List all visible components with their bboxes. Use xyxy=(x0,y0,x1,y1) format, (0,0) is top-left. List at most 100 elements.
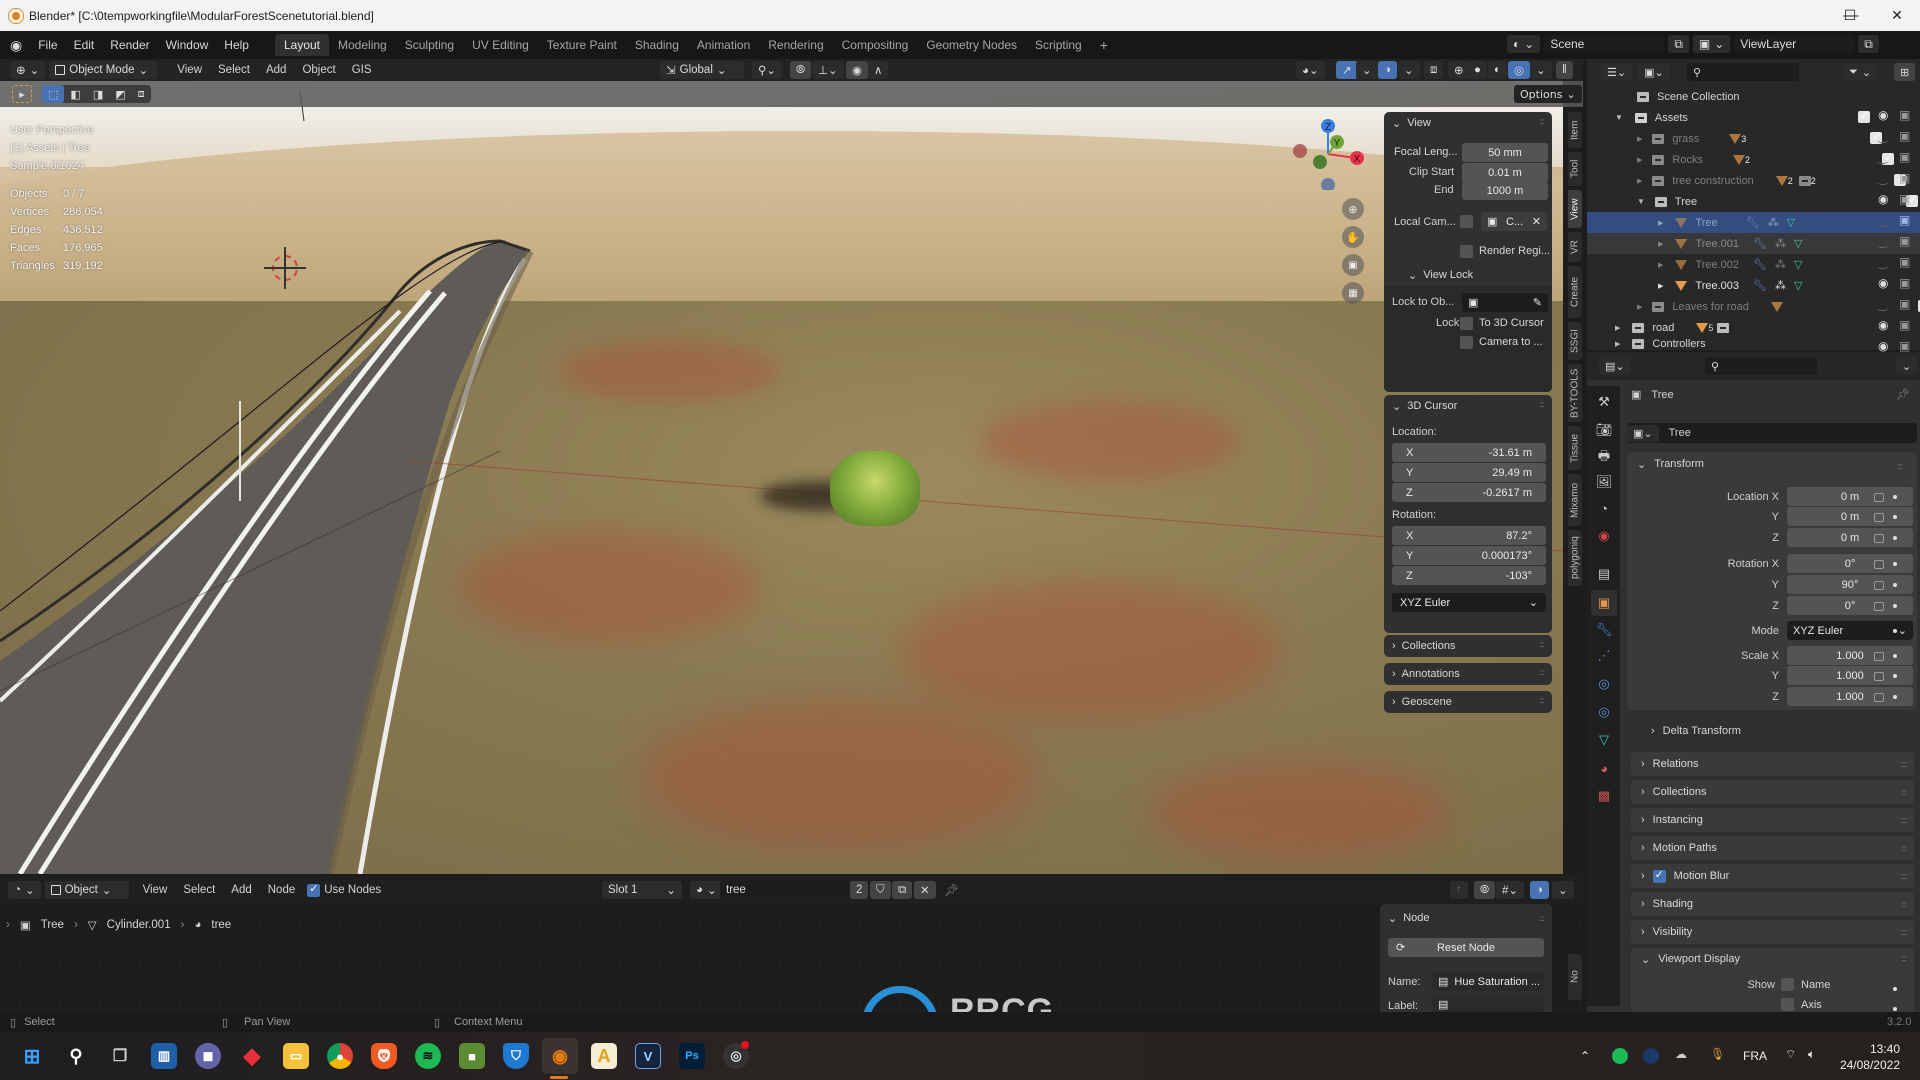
object-type-icon[interactable]: ▣⌄ xyxy=(1627,424,1659,442)
windows-start-icon[interactable]: ⊞ xyxy=(19,1043,45,1069)
workspace-tab-texture-paint[interactable]: Texture Paint xyxy=(538,34,626,56)
workspace-tab-shading[interactable]: Shading xyxy=(626,34,688,56)
world-tab-icon[interactable]: ◉ xyxy=(1596,528,1612,544)
workspace-tab-uv-editing[interactable]: UV Editing xyxy=(463,34,538,56)
eye-icon[interactable]: ◉ xyxy=(1878,318,1888,332)
eye-closed-icon[interactable]: ‿ xyxy=(1878,129,1888,143)
collection-tab-icon[interactable]: ▤ xyxy=(1596,566,1612,582)
show-name-checkbox[interactable] xyxy=(1781,978,1794,991)
minecraft-icon[interactable]: ■ xyxy=(459,1043,485,1069)
expand-arrow-icon[interactable]: ▼ xyxy=(1615,113,1623,122)
scene-name-field[interactable]: Scene xyxy=(1544,35,1665,53)
local-camera-field[interactable]: ▣ C... ✕ xyxy=(1481,212,1547,231)
search-icon[interactable]: ⚲ xyxy=(63,1043,89,1069)
tool-tab-icon[interactable]: ⚒ xyxy=(1596,394,1612,410)
parent-node-tree-icon[interactable]: ↑ xyxy=(1450,881,1468,899)
reset-node-button[interactable]: ⟳ Reset Node xyxy=(1388,938,1544,957)
select-mode-subtract-icon[interactable]: ◨ xyxy=(87,85,109,103)
eye-closed-icon[interactable]: ‿ xyxy=(1878,213,1888,227)
material-users-count[interactable]: 2 xyxy=(850,881,869,899)
outliner-row-tree-object[interactable]: ▶ Tree 🔧︎ ⁂ ▽ xyxy=(1587,212,1920,233)
lock-icon[interactable] xyxy=(1874,560,1884,569)
snap-mode-icon[interactable]: #⌄ xyxy=(1496,881,1525,899)
material-name-field[interactable]: tree xyxy=(720,881,850,899)
constraints-tab-icon[interactable]: ◎ xyxy=(1596,704,1612,720)
filter-button[interactable]: ⏷ ⌄ xyxy=(1843,63,1878,81)
eye-icon[interactable]: ◉ xyxy=(1878,339,1888,353)
expand-arrow-icon[interactable]: ▼ xyxy=(1637,197,1645,206)
npanel-tab-item[interactable]: Item xyxy=(1568,112,1582,148)
node-label-field[interactable]: ▤ xyxy=(1432,997,1544,1012)
object-tab-icon[interactable]: ▣ xyxy=(1591,590,1617,616)
3d-cursor-panel-header[interactable]: ⌄ 3D Cursor:::: xyxy=(1384,395,1552,417)
workspace-tab-layout[interactable]: Layout xyxy=(274,34,330,56)
keyframe-dot-icon[interactable] xyxy=(1893,1007,1897,1011)
expand-arrow-icon[interactable]: ▶ xyxy=(1637,303,1642,311)
outliner-row-assets[interactable]: ▼ Assets xyxy=(1587,107,1920,128)
keyframe-dot-icon[interactable] xyxy=(1893,674,1897,678)
visibility-button[interactable]: ◕⌄ xyxy=(1296,61,1325,79)
spotify-tray-icon[interactable] xyxy=(1612,1048,1628,1064)
outliner-row-tree-002[interactable]: ▶ Tree.002 🔧︎ ⁂ ▽ xyxy=(1587,254,1920,275)
gizmo-toggle[interactable]: ↗ xyxy=(1336,61,1358,79)
solid-shading-button[interactable]: ● xyxy=(1468,61,1487,79)
pan-view-hand-icon[interactable]: ✋ xyxy=(1342,226,1364,248)
select-mode-new-icon[interactable]: ⬚ xyxy=(42,85,65,103)
eye-closed-icon[interactable]: ‿ xyxy=(1878,297,1888,311)
brave-browser-icon[interactable]: 🦁︎ xyxy=(371,1043,397,1069)
outliner-search-input[interactable]: ⚲ xyxy=(1687,63,1799,81)
perspective-toggle-grid-icon[interactable]: ▦ xyxy=(1342,282,1364,304)
npanel-tab-vr[interactable]: VR xyxy=(1568,232,1582,262)
pivot-point-button[interactable]: ⚲⌄ xyxy=(752,61,783,79)
particles-tab-icon[interactable]: ⋰ xyxy=(1596,648,1612,664)
expand-arrow-icon[interactable]: ▶ xyxy=(1658,261,1663,269)
scene-tab-icon[interactable]: ◔ xyxy=(1596,500,1612,516)
lock-icon[interactable] xyxy=(1874,693,1884,702)
teams-chat-icon[interactable]: ◼ xyxy=(195,1043,221,1069)
select-mode-invert-icon[interactable]: ◩ xyxy=(109,85,131,103)
navigation-gizmo[interactable]: Z Y X xyxy=(1280,110,1370,190)
keyframe-dot-icon[interactable] xyxy=(1893,536,1897,540)
node-panel-header[interactable]: ⌄ Node:::: xyxy=(1380,904,1552,926)
chrome-icon[interactable]: ● xyxy=(327,1043,353,1069)
outliner-row-tree-001[interactable]: ▶ Tree.001 🔧︎ ⁂ ▽ xyxy=(1587,233,1920,254)
breadcrumb-object[interactable]: Tree xyxy=(41,919,64,931)
zoom-view-icon[interactable]: ⊕ xyxy=(1342,198,1364,220)
microphone-icon[interactable]: 🎙︎ xyxy=(1710,1047,1725,1061)
eye-closed-icon[interactable]: ‿ xyxy=(1878,150,1888,164)
menu-window[interactable]: Window xyxy=(158,38,217,52)
transform-orientation-dropdown[interactable]: ⇲ Global ⌄ xyxy=(660,61,744,79)
node-menu-select[interactable]: Select xyxy=(175,884,223,896)
camera-view-icon[interactable]: ▣ xyxy=(1342,254,1364,276)
keyframe-dot-icon[interactable] xyxy=(1893,562,1897,566)
snap-toggle-icon[interactable]: ⦾ xyxy=(1474,881,1496,899)
steam-tray-icon[interactable] xyxy=(1643,1048,1659,1064)
render-camera-icon[interactable]: ▣ xyxy=(1899,150,1910,164)
snap-target-button[interactable]: ⊥⌄ xyxy=(812,61,844,79)
vegas-pro-icon[interactable]: V xyxy=(635,1043,661,1069)
outliner-row-rocks[interactable]: ▶ Rocks 2 xyxy=(1587,149,1920,170)
eye-closed-icon[interactable]: ‿ xyxy=(1878,171,1888,185)
npanel-tab-polygoniq[interactable]: polygoniq xyxy=(1568,530,1582,586)
cursor-rotation-z-field[interactable]: Z -103° xyxy=(1392,566,1546,585)
keyframe-dot-icon[interactable] xyxy=(1893,629,1897,633)
shading-panel-header[interactable]: › Shading:::: xyxy=(1631,892,1914,916)
render-tab-icon[interactable]: 📷︎ xyxy=(1596,422,1613,438)
view-panel-header[interactable]: ⌄ View:::: xyxy=(1384,112,1552,134)
new-scene-button[interactable]: ⧉ xyxy=(1668,35,1689,53)
render-camera-icon[interactable]: ▣ xyxy=(1899,129,1910,143)
local-camera-checkbox[interactable] xyxy=(1460,215,1473,228)
annotations-panel-header[interactable]: › Annotations:::: xyxy=(1384,663,1552,685)
properties-search-input[interactable]: ⚲ xyxy=(1705,357,1817,375)
clock[interactable]: 13:40 24/08/2022 xyxy=(1838,1041,1900,1073)
eye-closed-icon[interactable]: ‿ xyxy=(1878,234,1888,248)
duplicate-material-icon[interactable]: ⧉ xyxy=(892,881,913,899)
breadcrumb-material[interactable]: tree xyxy=(211,919,231,931)
keyframe-dot-icon[interactable] xyxy=(1893,987,1897,991)
view-layer-name-field[interactable]: ViewLayer xyxy=(1734,35,1855,53)
falloff-button[interactable]: ∧ xyxy=(868,61,889,79)
npanel-tab-view[interactable]: View xyxy=(1568,190,1582,228)
texture-tab-icon[interactable]: ▩ xyxy=(1596,788,1612,804)
npanel-tab-tool[interactable]: Tool xyxy=(1568,152,1582,186)
menu-render[interactable]: Render xyxy=(102,38,157,52)
